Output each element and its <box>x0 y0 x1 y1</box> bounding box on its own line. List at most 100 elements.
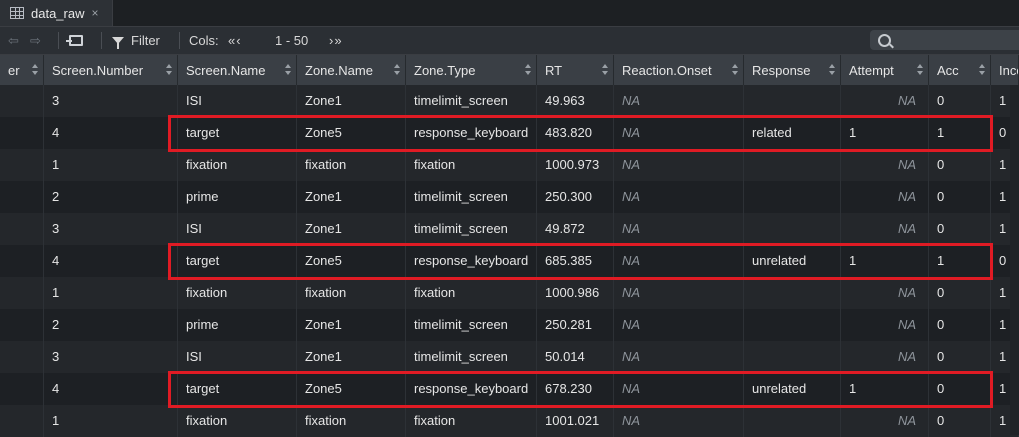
table-cell <box>0 117 44 149</box>
forward-arrow-icon: ⇨ <box>30 32 41 48</box>
table-cell: Zone1 <box>297 85 406 117</box>
column-header[interactable]: Response <box>744 55 841 85</box>
column-header-label: Acc <box>937 63 959 78</box>
table-cell: prime <box>178 181 297 213</box>
table-icon <box>10 7 24 19</box>
table-cell: NA <box>614 245 744 277</box>
sort-arrows-icon <box>525 64 532 78</box>
table-cell: fixation <box>297 277 406 309</box>
close-icon[interactable]: × <box>91 6 98 20</box>
table-cell: 1 <box>44 149 178 181</box>
cols-next-button[interactable]: ›» <box>329 27 343 54</box>
table-cell: 1000.973 <box>537 149 614 181</box>
column-header[interactable]: Acc <box>929 55 991 85</box>
table-cell: NA <box>614 181 744 213</box>
forward-button[interactable]: ⇨ <box>30 27 41 54</box>
table-row: 1 fixation fixation fixation 1001.021 NA NA 0 1 <box>0 405 1019 437</box>
table-cell: fixation <box>178 149 297 181</box>
column-header-label: Zone.Name <box>305 63 373 78</box>
table-cell: timelimit_screen <box>406 309 537 341</box>
tab-bar: data_raw × <box>0 0 1019 27</box>
table-cell: 2 <box>44 181 178 213</box>
sort-arrows-icon <box>285 64 292 78</box>
table-cell: NA <box>841 85 929 117</box>
table-cell: 1 <box>841 373 929 405</box>
table-cell: fixation <box>297 149 406 181</box>
table-cell: 0 <box>929 373 991 405</box>
column-header[interactable]: Attempt <box>841 55 929 85</box>
table-cell: 4 <box>44 373 178 405</box>
table-cell: timelimit_screen <box>406 213 537 245</box>
column-header-label: Inco <box>999 63 1018 78</box>
table-cell: related <box>744 117 841 149</box>
cols-prev-button[interactable]: «‹ <box>228 27 242 54</box>
table-cell: 483.820 <box>537 117 614 149</box>
column-header[interactable]: Screen.Number <box>44 55 178 85</box>
column-header-label: Screen.Number <box>52 63 144 78</box>
table-cell: 1 <box>841 117 929 149</box>
column-header[interactable]: er <box>0 55 44 85</box>
column-header[interactable]: Inco <box>991 55 1019 85</box>
table-cell: 3 <box>44 85 178 117</box>
sort-arrows-icon <box>602 64 609 78</box>
back-button[interactable]: ⇦ <box>8 27 19 54</box>
table-cell: 1 <box>929 117 991 149</box>
table-cell: target <box>178 373 297 405</box>
table-cell: 0 <box>929 85 991 117</box>
funnel-icon <box>112 37 124 49</box>
table-cell: response_keyboard <box>406 117 537 149</box>
sort-arrows-icon <box>32 64 39 78</box>
table-cell <box>0 149 44 181</box>
table-row: 2 prime Zone1 timelimit_screen 250.281 NA NA 0 1 <box>0 309 1019 341</box>
table-cell: Zone5 <box>297 117 406 149</box>
table-cell: NA <box>841 309 929 341</box>
table-cell <box>0 405 44 437</box>
table-cell: 3 <box>44 341 178 373</box>
table-cell: timelimit_screen <box>406 341 537 373</box>
column-header[interactable]: Zone.Name <box>297 55 406 85</box>
table-row: 4 target Zone5 response_keyboard 483.820 NA re… <box>0 117 1019 149</box>
table-cell: NA <box>614 277 744 309</box>
table-row: 3 ISI Zone1 timelimit_screen 49.963 NA NA 0 1 <box>0 85 1019 117</box>
table-cell: NA <box>614 373 744 405</box>
table-cell: timelimit_screen <box>406 85 537 117</box>
table-cell: NA <box>841 149 929 181</box>
filter-button[interactable]: Filter <box>112 27 160 54</box>
table-cell: 2 <box>44 309 178 341</box>
table-cell: Zone1 <box>297 341 406 373</box>
table-cell: timelimit_screen <box>406 181 537 213</box>
table-cell: 0 <box>929 309 991 341</box>
column-header[interactable]: Zone.Type <box>406 55 537 85</box>
table-cell: 1 <box>44 277 178 309</box>
table-cell <box>744 341 841 373</box>
table-cell: 49.963 <box>537 85 614 117</box>
column-header[interactable]: RT <box>537 55 614 85</box>
table-cell: unrelated <box>744 245 841 277</box>
table-cell: NA <box>841 341 929 373</box>
table-row: 1 fixation fixation fixation 1000.973 NA NA 0 1 <box>0 149 1019 181</box>
table-cell: 1001.021 <box>537 405 614 437</box>
table-cell: 4 <box>44 117 178 149</box>
table-cell: NA <box>614 309 744 341</box>
column-header-label: RT <box>545 63 563 78</box>
column-header[interactable]: Screen.Name <box>178 55 297 85</box>
tab-data-raw[interactable]: data_raw × <box>0 0 113 26</box>
table-cell: ISI <box>178 341 297 373</box>
column-header-label: Screen.Name <box>186 63 266 78</box>
table-cell: NA <box>614 405 744 437</box>
table-cell: Zone1 <box>297 181 406 213</box>
vertical-scrollbar[interactable] <box>1010 85 1019 435</box>
table-cell: target <box>178 117 297 149</box>
column-header[interactable]: Reaction.Onset <box>614 55 744 85</box>
table-cell: NA <box>841 405 929 437</box>
table-row: 4 target Zone5 response_keyboard 678.230 NA un… <box>0 373 1019 405</box>
show-in-window-button[interactable] <box>66 27 83 54</box>
table-cell <box>744 149 841 181</box>
table-cell: 50.014 <box>537 341 614 373</box>
search-input[interactable] <box>870 30 1019 50</box>
table-cell: ISI <box>178 85 297 117</box>
search-icon <box>878 34 891 47</box>
table-cell: 0 <box>929 405 991 437</box>
table-cell <box>0 213 44 245</box>
table-cell: fixation <box>406 405 537 437</box>
